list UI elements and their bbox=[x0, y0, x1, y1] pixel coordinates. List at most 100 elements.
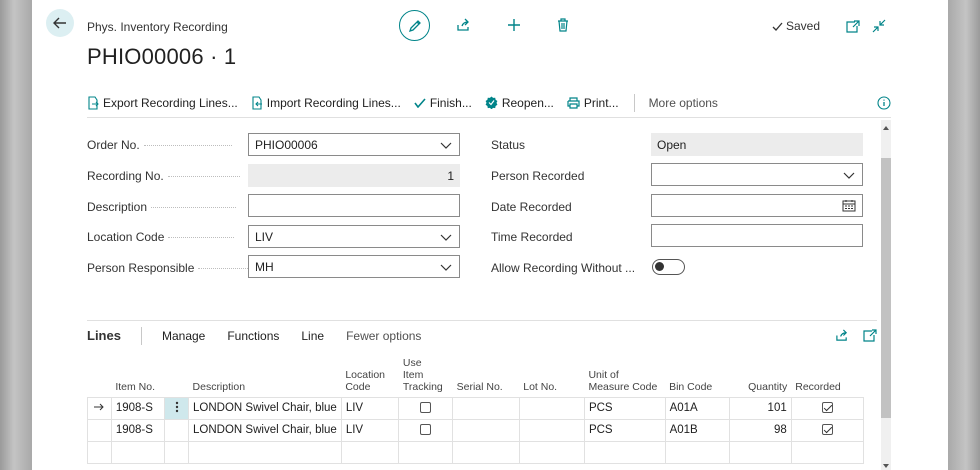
recorded-checkbox[interactable] bbox=[821, 402, 833, 414]
back-button[interactable] bbox=[46, 9, 74, 37]
col-unit-of-measure[interactable]: Unit of Measure Code bbox=[584, 351, 665, 397]
triangle-down-icon bbox=[883, 464, 889, 468]
lines-title: Lines bbox=[87, 328, 121, 343]
recorded-checkbox[interactable] bbox=[821, 424, 833, 436]
edit-button[interactable] bbox=[399, 10, 430, 41]
lines-table: Item No. Description Location Code Use Ite… bbox=[87, 351, 865, 464]
date-recorded-label: Date Recorded bbox=[491, 200, 572, 214]
chevron-down-icon bbox=[440, 264, 452, 271]
col-lot-no[interactable]: Lot No. bbox=[519, 351, 584, 397]
allow-recording-label: Allow Recording Without ... bbox=[491, 261, 636, 275]
time-recorded-field[interactable] bbox=[651, 224, 863, 247]
cell-description[interactable]: LONDON Swivel Chair, blue bbox=[188, 396, 342, 420]
cell-bin-code[interactable]: A01B bbox=[664, 418, 731, 442]
date-recorded-field[interactable] bbox=[651, 194, 863, 217]
action-bar: Export Recording Lines... Import Recordi… bbox=[87, 88, 891, 118]
cell-location-code[interactable]: LIV bbox=[340, 396, 400, 420]
person-responsible-label: Person Responsible bbox=[87, 261, 249, 275]
page-caption: Phys. Inventory Recording bbox=[87, 20, 228, 34]
tracking-checkbox[interactable] bbox=[420, 424, 432, 436]
lines-menu-line[interactable]: Line bbox=[301, 329, 324, 343]
collapse-button[interactable] bbox=[868, 15, 890, 37]
cell-lot-no[interactable] bbox=[518, 418, 585, 442]
cell-serial-no[interactable] bbox=[452, 418, 520, 442]
more-options-button[interactable]: More options bbox=[649, 96, 718, 110]
finish-action[interactable]: Finish... bbox=[414, 96, 472, 110]
cell-unit-of-measure[interactable]: PCS bbox=[583, 396, 666, 420]
cell-item-no[interactable]: 1908-S bbox=[110, 418, 166, 442]
reopen-badge-icon bbox=[485, 96, 498, 109]
tracking-checkbox[interactable] bbox=[420, 402, 432, 414]
cell-use-item-tracking[interactable] bbox=[398, 418, 454, 442]
col-bin-code[interactable]: Bin Code bbox=[665, 351, 730, 397]
order-no-field[interactable]: PHIO00006 bbox=[248, 133, 460, 156]
col-serial-no[interactable]: Serial No. bbox=[453, 351, 520, 397]
saved-label: Saved bbox=[786, 19, 821, 33]
open-new-window-button[interactable] bbox=[842, 15, 864, 37]
new-button[interactable] bbox=[503, 14, 525, 36]
person-responsible-field[interactable]: MH bbox=[248, 255, 460, 278]
recording-no-field: 1 bbox=[248, 164, 460, 187]
print-action[interactable]: Print... bbox=[567, 96, 619, 110]
col-recorded[interactable]: Recorded bbox=[791, 351, 863, 397]
export-label: Export Recording Lines... bbox=[103, 95, 238, 110]
import-recording-lines-action[interactable]: Import Recording Lines... bbox=[251, 96, 401, 110]
scrollbar-thumb[interactable] bbox=[881, 158, 891, 418]
col-quantity[interactable]: Quantity bbox=[730, 351, 791, 397]
description-field[interactable] bbox=[248, 194, 460, 217]
col-item-no[interactable]: Item No. bbox=[111, 351, 165, 397]
table-row[interactable]: 1908-S LONDON Swivel Chair, blue LIV PCS… bbox=[87, 418, 865, 442]
expand-icon bbox=[863, 329, 877, 342]
cell-location-code[interactable]: LIV bbox=[340, 418, 400, 442]
scroll-up-arrow[interactable] bbox=[882, 121, 890, 130]
order-no-label: Order No. bbox=[87, 138, 232, 152]
cell-serial-no[interactable] bbox=[452, 396, 520, 420]
scroll-down-arrow[interactable] bbox=[882, 459, 890, 468]
cell-lot-no[interactable] bbox=[518, 396, 585, 420]
reopen-action[interactable]: Reopen... bbox=[485, 96, 554, 110]
order-no-value: PHIO00006 bbox=[255, 137, 318, 152]
location-code-label: Location Code bbox=[87, 230, 235, 244]
col-use-item-tracking[interactable]: Use Item Tracking bbox=[399, 351, 453, 397]
arrow-left-icon bbox=[53, 17, 66, 29]
col-location-code[interactable]: Location Code bbox=[341, 351, 399, 397]
lines-menu-manage[interactable]: Manage bbox=[162, 329, 205, 343]
lines-separator bbox=[140, 326, 142, 345]
arrow-right-icon bbox=[93, 403, 104, 411]
delete-button[interactable] bbox=[552, 14, 574, 36]
allow-recording-toggle[interactable] bbox=[652, 259, 685, 275]
row-menu-cell[interactable] bbox=[164, 418, 190, 442]
table-row[interactable]: 1908-S LONDON Swivel Chair, blue LIV PCS… bbox=[87, 396, 865, 420]
col-description[interactable]: Description bbox=[189, 351, 342, 397]
table-row-empty[interactable] bbox=[87, 440, 865, 464]
toggle-knob bbox=[655, 262, 664, 271]
share-icon bbox=[836, 329, 848, 341]
row-menu-button[interactable] bbox=[164, 396, 190, 420]
collapse-icon bbox=[872, 19, 886, 33]
location-code-field[interactable]: LIV bbox=[248, 225, 460, 248]
cell-description[interactable]: LONDON Swivel Chair, blue bbox=[188, 418, 342, 442]
info-button[interactable] bbox=[877, 95, 891, 110]
more-vertical-icon bbox=[175, 401, 178, 412]
export-recording-lines-action[interactable]: Export Recording Lines... bbox=[87, 96, 238, 110]
cell-unit-of-measure[interactable]: PCS bbox=[583, 418, 666, 442]
export-icon bbox=[88, 95, 99, 110]
cell-item-no[interactable]: 1908-S bbox=[110, 396, 166, 420]
cell-quantity[interactable]: 101 bbox=[729, 396, 792, 420]
col-indicator bbox=[88, 351, 112, 397]
col-menu bbox=[165, 351, 189, 397]
lines-menu-functions[interactable]: Functions bbox=[227, 329, 279, 343]
cell-use-item-tracking[interactable] bbox=[398, 396, 454, 420]
cell-bin-code[interactable]: A01A bbox=[664, 396, 731, 420]
table-header-row: Item No. Description Location Code Use Ite… bbox=[88, 351, 864, 397]
cell-quantity[interactable]: 98 bbox=[729, 418, 792, 442]
cell-recorded[interactable] bbox=[790, 396, 865, 420]
lines-menu-fewer-options[interactable]: Fewer options bbox=[346, 329, 421, 343]
share-button[interactable] bbox=[452, 14, 474, 36]
cell-recorded[interactable] bbox=[790, 418, 865, 442]
calendar-icon[interactable] bbox=[842, 199, 856, 212]
person-recorded-field[interactable] bbox=[651, 163, 863, 186]
lines-expand-button[interactable] bbox=[863, 329, 877, 342]
trash-icon bbox=[558, 18, 568, 32]
lines-share-button[interactable] bbox=[835, 329, 849, 342]
